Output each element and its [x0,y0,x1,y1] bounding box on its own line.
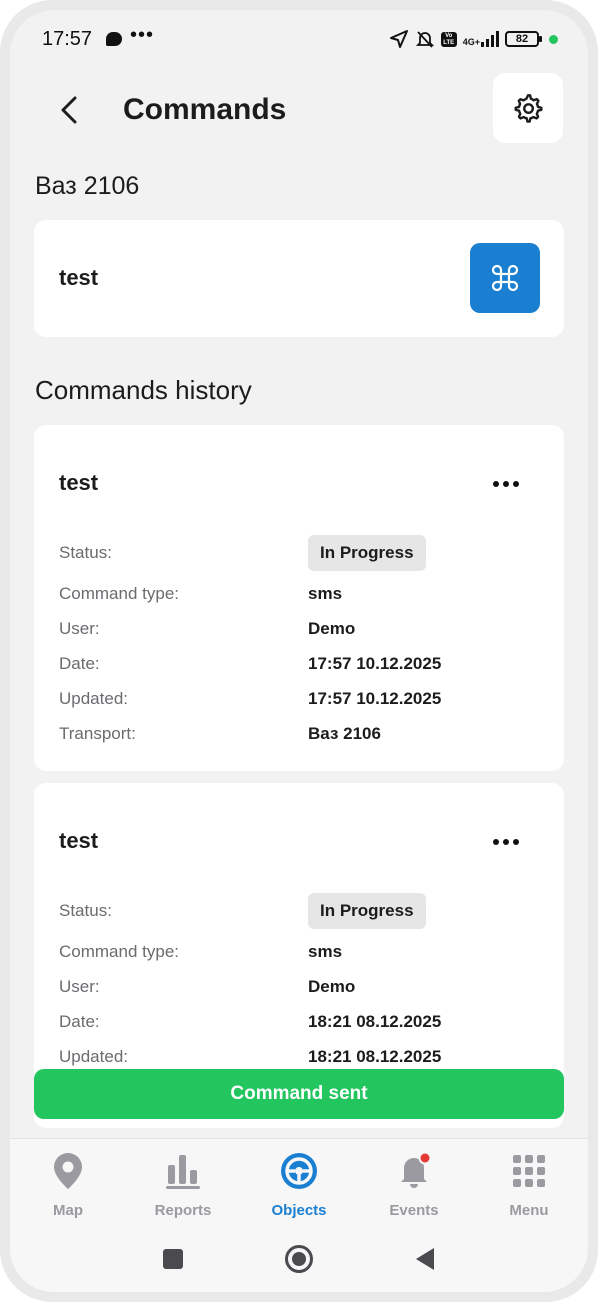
home-button[interactable] [279,1239,319,1279]
history-card-title: test [59,470,99,495]
square-icon [163,1249,183,1269]
dot [513,839,519,845]
bar-chart-icon [166,1155,200,1189]
message-icon [106,32,122,46]
updated-value: 18:21 08.12.2025 [308,1047,442,1066]
updated-value: 17:57 10.12.2025 [308,689,442,708]
date-value: 17:57 10.12.2025 [308,654,442,673]
steering-wheel-icon [281,1153,317,1189]
home-circle-icon [285,1245,313,1273]
status-label: Status: [59,901,112,920]
command-type-value: sms [308,942,343,961]
user-value: Demo [308,619,356,638]
user-label: User: [59,619,100,638]
privacy-indicator-dot [549,34,558,44]
nav-item-menu[interactable]: Menu [479,1149,579,1219]
status-bar: 17:57 ••• Vo LTE 4G+ 82 [10,10,588,68]
page-title: Commands [123,93,287,126]
dot [493,481,499,487]
volte-icon: Vo LTE [440,31,457,47]
system-navigation [10,1239,588,1279]
system-back-button[interactable] [405,1239,445,1279]
send-command-button[interactable] [470,243,540,313]
bell-icon [401,1151,432,1188]
updated-label: Updated: [59,689,128,708]
command-sent-toast: Command sent [34,1069,564,1119]
more-notifications-icon: ••• [130,24,155,46]
dot [513,481,519,487]
bell-muted-icon [415,31,434,48]
gear-icon [514,94,543,123]
more-options-button[interactable] [486,827,526,857]
status-icons: Vo LTE 4G+ 82 [389,27,558,51]
status-time: 17:57 [42,28,93,50]
recents-button[interactable] [153,1239,193,1279]
network-type: 4G+ [462,37,480,47]
user-label: User: [59,977,100,996]
notification-badge [418,1151,432,1165]
updated-label: Updated: [59,1047,128,1066]
settings-button[interactable] [493,73,563,143]
history-card-title: test [59,828,99,853]
command-name: test [59,265,99,290]
command-icon [491,264,519,292]
command-type-value: sms [308,584,343,603]
user-value: Demo [308,977,356,996]
screen: 17:57 ••• Vo LTE 4G+ 82 Commands Ваз 2106… [10,10,588,1292]
nav-item-map[interactable]: Map [18,1149,118,1219]
nav-label: Events [389,1202,439,1219]
status-badge: In Progress [308,535,426,571]
transport-value: Ваз 2106 [308,724,381,743]
status-label: Status: [59,543,112,562]
phone-frame: 17:57 ••• Vo LTE 4G+ 82 Commands Ваз 2106… [0,0,598,1302]
bottom-navigation: Map Reports Objects Events Menu [10,1138,588,1292]
back-button[interactable] [48,88,92,132]
triangle-back-icon [416,1248,434,1270]
map-pin-icon [54,1153,82,1189]
chevron-left-icon [61,96,77,124]
grid-icon [513,1155,545,1187]
command-type-label: Command type: [59,942,179,961]
transport-label: Transport: [59,724,136,743]
status-badge: In Progress [308,893,426,929]
battery-icon: 82 [505,31,542,47]
dot [493,839,499,845]
history-card: test Status: In Progress Command type: s… [34,425,564,771]
date-value: 18:21 08.12.2025 [308,1012,442,1031]
nav-item-objects[interactable]: Objects [249,1149,349,1219]
dot [503,481,509,487]
signal-icon [481,31,499,47]
nav-label: Objects [271,1202,327,1219]
nav-label: Menu [509,1202,549,1219]
nav-label: Map [53,1202,83,1219]
nav-label: Reports [154,1202,212,1219]
command-type-label: Command type: [59,584,179,603]
location-arrow-icon [389,30,408,48]
nav-item-events[interactable]: Events [364,1149,464,1219]
network-indicator: 4G+ [463,31,499,47]
command-card: test [34,220,564,337]
date-label: Date: [59,654,100,673]
dot [503,839,509,845]
nav-item-reports[interactable]: Reports [133,1149,233,1219]
more-options-button[interactable] [486,469,526,499]
date-label: Date: [59,1012,100,1031]
history-title: Commands history [35,375,252,405]
vehicle-name: Ваз 2106 [35,172,140,200]
